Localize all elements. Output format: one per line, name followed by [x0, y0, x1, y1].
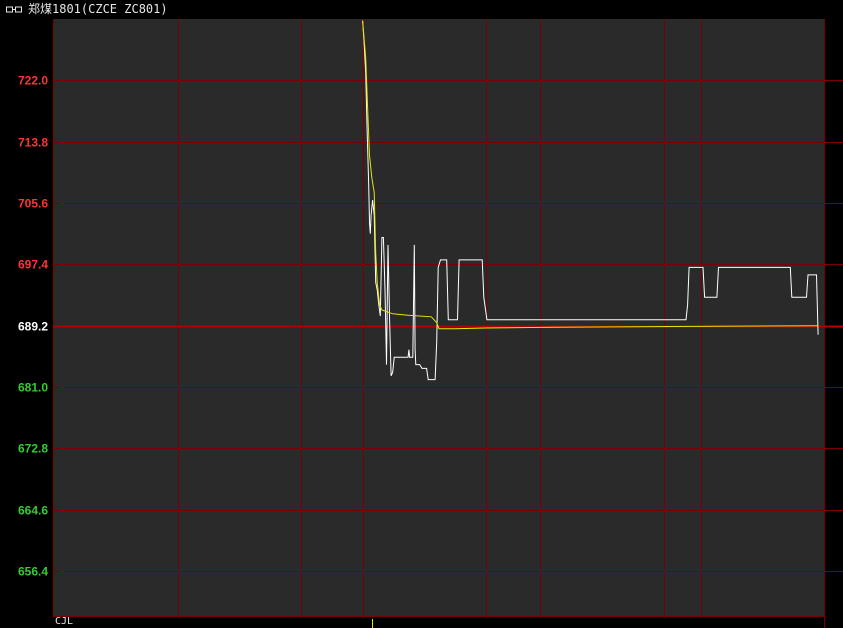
y-tick-label-1: 713.8: [18, 136, 48, 150]
y-tick-label-3: 697.4: [18, 258, 48, 272]
y-tick-label-6: 672.8: [18, 442, 48, 456]
y-tick-label-2: 705.6: [18, 197, 48, 211]
y-tick-label-0: 722.0: [18, 74, 48, 88]
y-tick-label-7: 664.6: [18, 504, 48, 518]
y-tick-label-4: 689.2: [18, 320, 48, 334]
y-tick-label-5: 681.0: [18, 381, 48, 395]
y-tick-label-8: 656.4: [18, 565, 48, 579]
average-line: [362, 20, 819, 330]
intraday-chart[interactable]: 722.0 713.8 705.6 697.4 689.2 681.0 672.8 664.6…: [0, 0, 843, 628]
